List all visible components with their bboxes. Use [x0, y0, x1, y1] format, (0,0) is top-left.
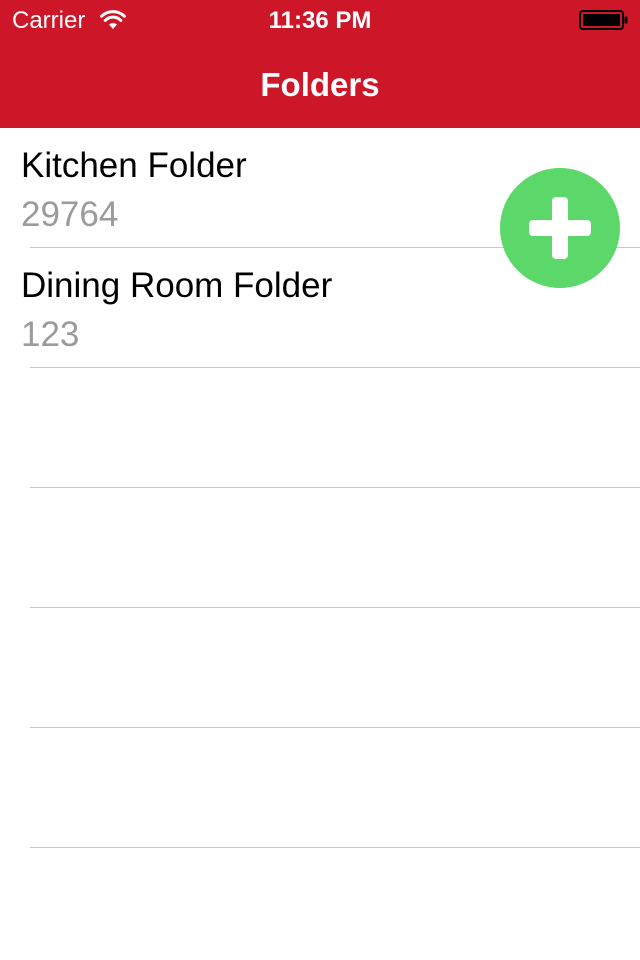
status-bar: Carrier 11:36 PM — [0, 0, 640, 40]
empty-row — [0, 368, 640, 488]
empty-row — [0, 608, 640, 728]
empty-row — [0, 728, 640, 848]
add-folder-button[interactable] — [500, 168, 620, 288]
folder-name: Dining Room Folder — [21, 266, 333, 305]
empty-row — [0, 848, 640, 960]
battery-icon — [579, 10, 628, 30]
folder-count: 123 — [21, 315, 80, 354]
folder-name: Kitchen Folder — [21, 146, 247, 185]
page-title: Folders — [260, 66, 380, 103]
nav-bar: Folders — [0, 40, 640, 128]
header: Carrier 11:36 PM Folders — [0, 0, 640, 128]
status-time: 11:36 PM — [268, 7, 372, 34]
folder-count: 29764 — [21, 195, 119, 234]
empty-row — [0, 488, 640, 608]
screen: Carrier 11:36 PM Folders Kitchen Folder … — [0, 0, 640, 960]
plus-icon — [529, 197, 591, 259]
